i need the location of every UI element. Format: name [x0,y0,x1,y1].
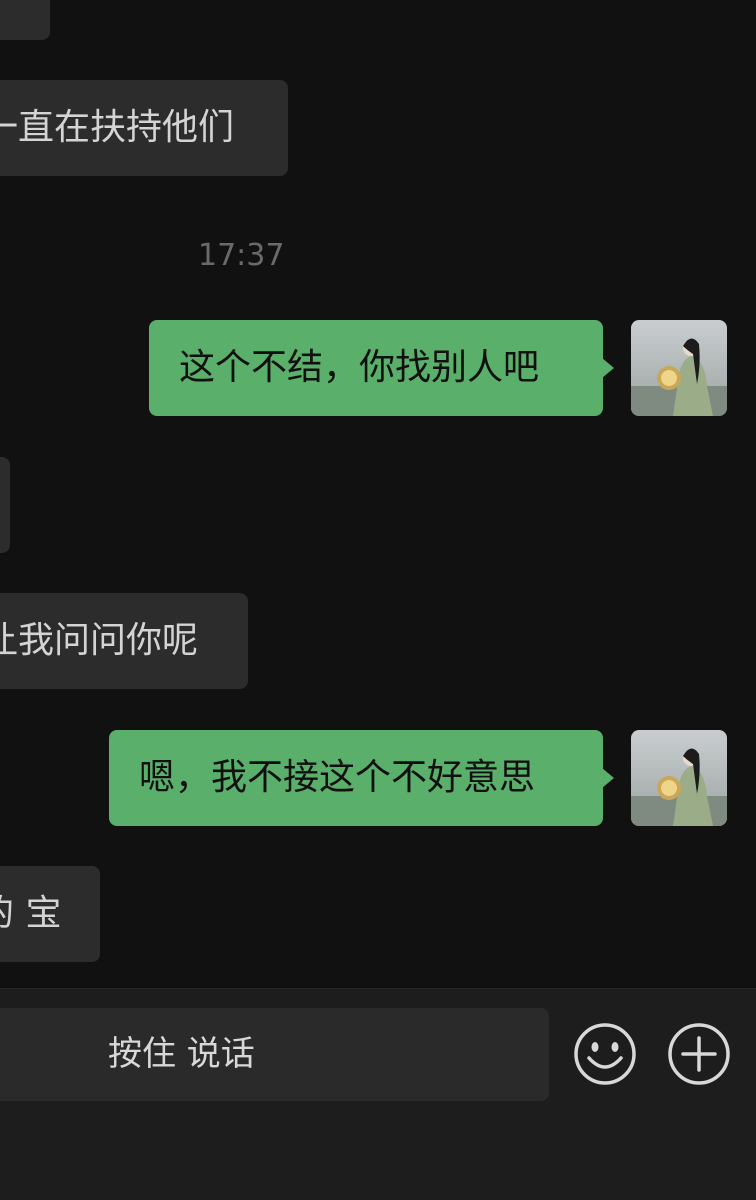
avatar[interactable] [631,730,727,826]
chat-screen: 音 一直在扶持他们 17:37 这个不结，你找别人吧 [0,0,756,1200]
avatar-photo-icon [631,730,727,826]
message-text: 嗯，我不接这个不好意思 [139,757,536,798]
emoji-icon[interactable] [573,1022,637,1086]
plus-icon[interactable] [667,1022,731,1086]
hold-to-talk-button[interactable]: 按住 说话 [0,1008,549,1101]
message-bubble-incoming[interactable] [0,457,10,553]
message-text: 让我问问你呢 [0,620,199,661]
message-bubble-incoming[interactable]: 让我问问你呢 [0,593,248,689]
avatar-photo-icon [631,320,727,416]
message-bubble-incoming[interactable]: 的 宝 [0,866,100,962]
message-timestamp: 17:37 [198,238,285,273]
message-text: 的 宝 [0,893,62,934]
message-text: 这个不结，你找别人吧 [179,347,540,388]
message-bubble-incoming[interactable]: 一直在扶持他们 [0,80,288,176]
avatar[interactable] [631,320,727,416]
hold-to-talk-label: 按住 说话 [108,1034,255,1074]
message-bubble-outgoing[interactable]: 这个不结，你找别人吧 [149,320,614,416]
message-bubble-outgoing[interactable]: 嗯，我不接这个不好意思 [109,730,614,826]
message-bubble-incoming[interactable]: 音 [0,0,50,40]
message-text: 一直在扶持他们 [0,107,235,148]
